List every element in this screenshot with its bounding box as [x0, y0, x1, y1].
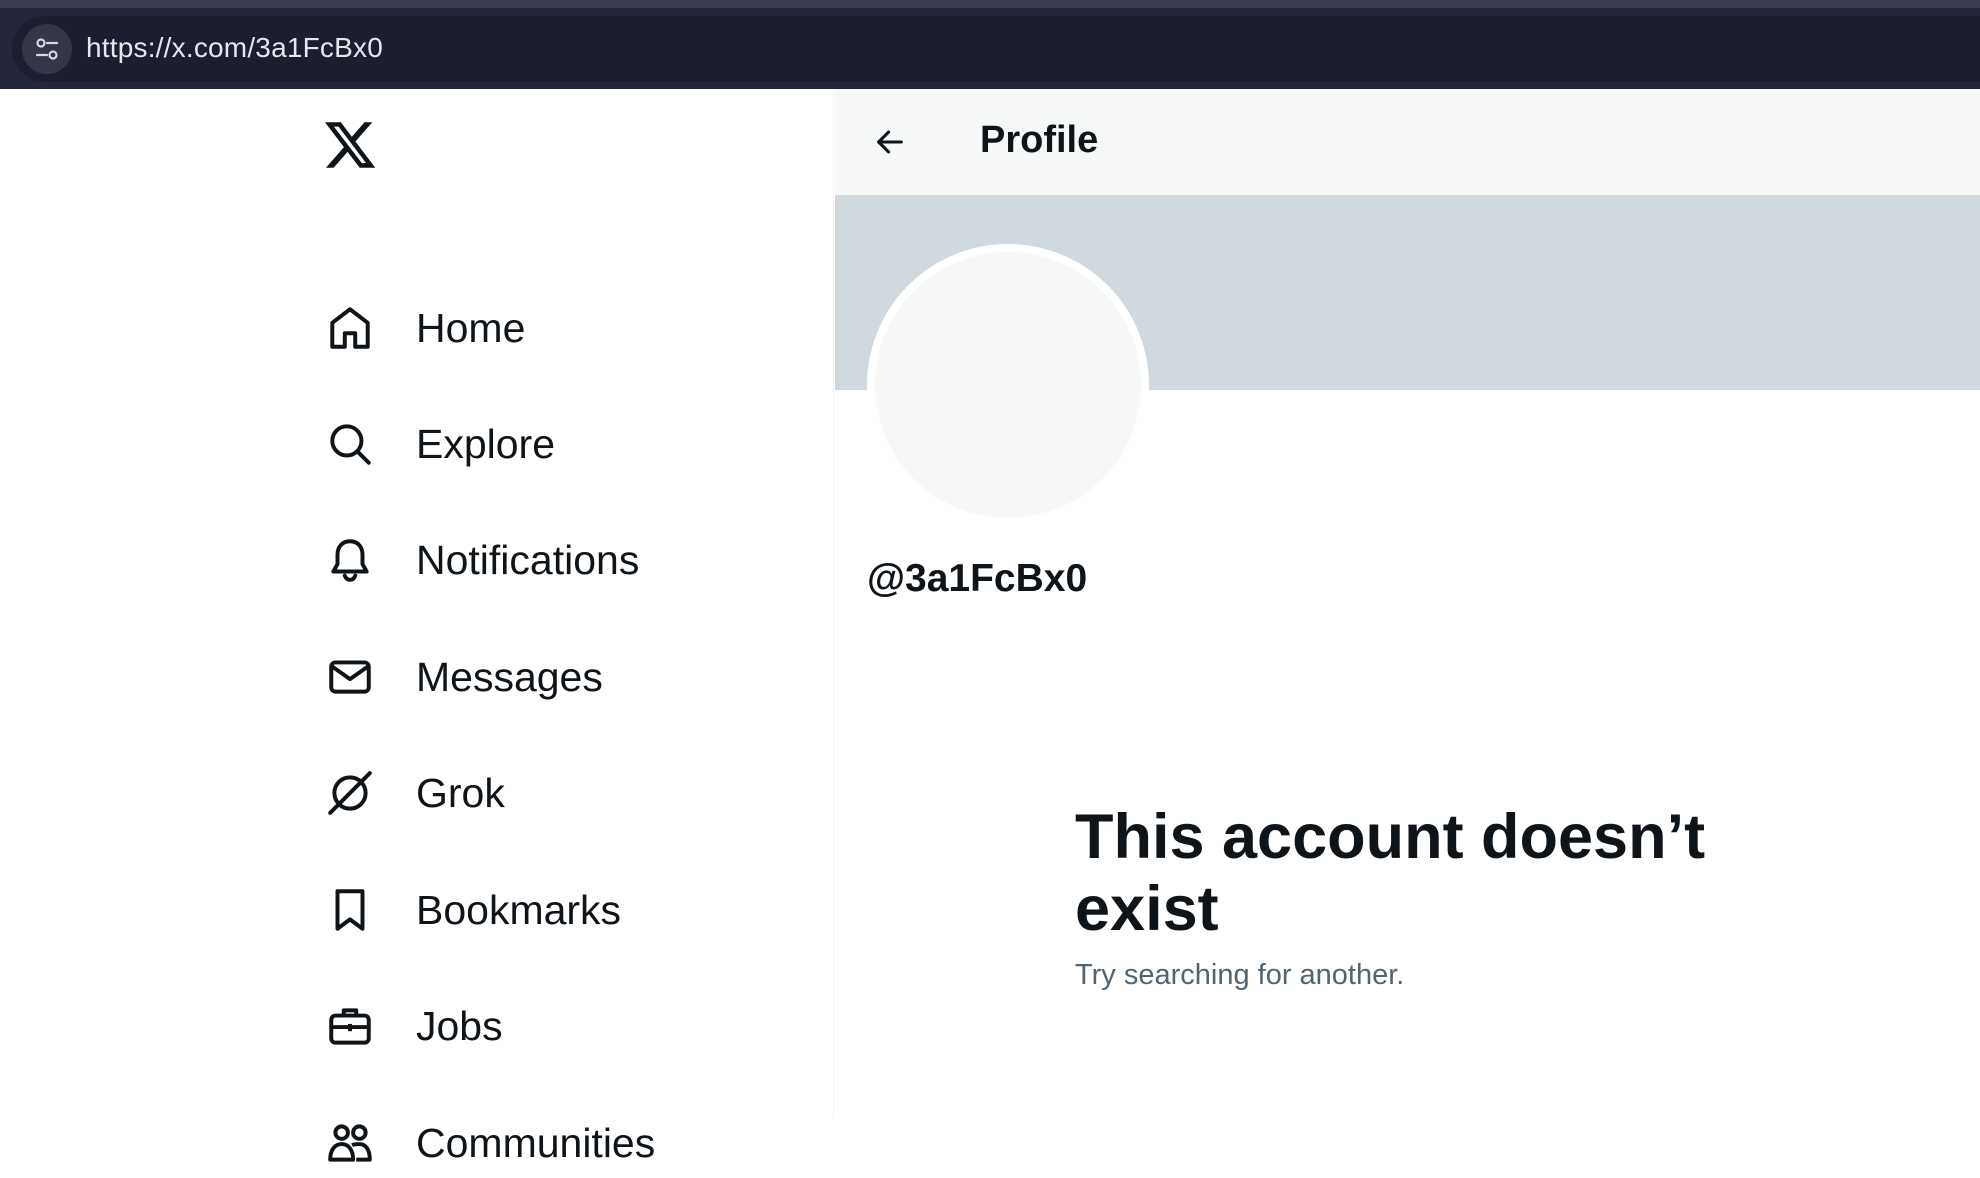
- avatar: [867, 244, 1149, 526]
- main-column: Profile @3a1FcBx0 This account doesn’t e…: [835, 89, 1980, 1118]
- sidebar-item-label: Home: [416, 304, 526, 351]
- sidebar-item-label: Bookmarks: [416, 886, 622, 933]
- sidebar-item-notifications[interactable]: Notifications: [318, 525, 639, 595]
- sidebar-item-grok[interactable]: Grok: [318, 758, 505, 828]
- back-button[interactable]: [865, 117, 915, 167]
- sidebar-item-messages[interactable]: Messages: [318, 642, 603, 712]
- sidebar-item-label: Messages: [416, 653, 603, 700]
- empty-state-subtitle: Try searching for another.: [1075, 959, 1405, 991]
- search-icon: [318, 412, 382, 476]
- page-title: Profile: [980, 119, 1099, 161]
- arrow-left-icon: [877, 130, 903, 154]
- grok-icon: [318, 761, 382, 825]
- sidebar-item-explore[interactable]: Explore: [318, 409, 555, 479]
- sidebar-item-jobs[interactable]: Jobs: [318, 991, 503, 1061]
- x-logo[interactable]: [322, 117, 378, 173]
- sidebar-item-home[interactable]: Home: [318, 293, 525, 363]
- sidebar-item-label: Grok: [416, 769, 505, 816]
- briefcase-icon: [318, 994, 382, 1058]
- profile-header: Profile: [835, 89, 1980, 195]
- sidebar-item-label: Jobs: [416, 1002, 503, 1049]
- empty-state-title: This account doesn’t exist: [1075, 802, 1706, 944]
- profile-handle: @3a1FcBx0: [867, 557, 1088, 600]
- sidebar-item-label: Communities: [416, 1119, 656, 1166]
- bell-icon: [318, 528, 382, 592]
- sidebar-item-communities[interactable]: Communities: [318, 1108, 655, 1178]
- url-text[interactable]: https://x.com/3a1FcBx0: [86, 32, 383, 64]
- envelope-icon: [318, 645, 382, 709]
- sidebar-item-bookmarks[interactable]: Bookmarks: [318, 875, 621, 945]
- empty-state: This account doesn’t exist Try searching…: [1075, 801, 1795, 992]
- people-icon: [318, 1111, 382, 1175]
- tune-icon[interactable]: [22, 24, 72, 74]
- bookmark-icon: [318, 878, 382, 942]
- sidebar-item-label: Explore: [416, 420, 556, 467]
- address-bar[interactable]: https://x.com/3a1FcBx0: [12, 16, 1980, 82]
- sidebar: Home Explore Notifications Messages Grok…: [0, 89, 834, 1166]
- sidebar-item-label: Notifications: [416, 536, 640, 583]
- browser-toolbar: https://x.com/3a1FcBx0: [0, 0, 1980, 89]
- home-icon: [318, 296, 382, 360]
